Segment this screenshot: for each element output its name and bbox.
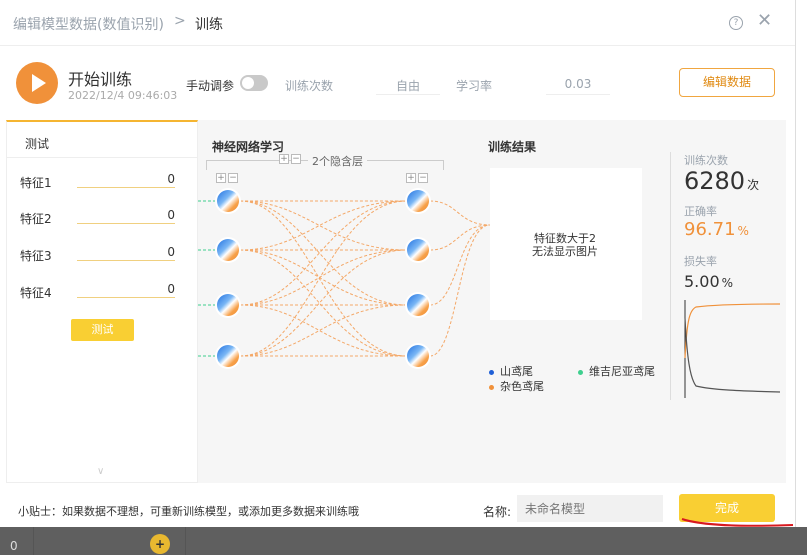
accuracy-unit: % — [737, 224, 749, 238]
breadcrumb-parent[interactable]: 编辑模型数据(数值识别) — [13, 14, 164, 34]
legend-dot-icon — [489, 369, 494, 375]
accuracy-value: 96.71% — [684, 219, 749, 240]
legend-dot-icon — [578, 369, 583, 375]
feature-label: 特征4 — [20, 286, 52, 300]
edit-data-button[interactable]: 编辑数据 — [679, 68, 775, 97]
feature-input[interactable]: 0 — [77, 245, 175, 261]
loss-number: 5.00 — [684, 272, 720, 291]
network-node[interactable] — [407, 345, 429, 367]
model-name-label: 名称: — [483, 505, 512, 519]
results-message: 特征数大于2 无法显示图片 — [490, 232, 640, 258]
results-message-line: 特征数大于2 — [534, 232, 596, 245]
close-icon[interactable]: ✕ — [757, 11, 772, 31]
legend-item: 杂色鸢尾 — [489, 378, 544, 394]
breadcrumb-current: 训练 — [195, 17, 223, 33]
test-button[interactable]: 测试 — [71, 319, 134, 341]
legend-label: 维吉尼亚鸢尾 — [589, 365, 655, 378]
help-icon[interactable]: ? — [729, 16, 743, 30]
count-label: 训练次数 — [684, 154, 728, 167]
dialog-header: 编辑模型数据(数值识别) > 训练 ? ✕ — [0, 0, 795, 46]
training-dialog: 编辑模型数据(数值识别) > 训练 ? ✕ 开始训练 2022/12/4 09:… — [0, 0, 795, 527]
network-node[interactable] — [407, 239, 429, 261]
learning-rate-label: 学习率 — [456, 79, 493, 93]
manual-tune-label: 手动调参 — [186, 79, 235, 93]
play-button[interactable] — [16, 62, 58, 104]
breadcrumb-separator-icon: > — [174, 13, 186, 29]
learning-rate-field[interactable]: 0.03 — [546, 77, 610, 95]
start-timestamp: 2022/12/4 09:46:03 — [68, 89, 178, 102]
accuracy-curve — [684, 303, 781, 359]
add-layer-button[interactable]: + — [279, 154, 289, 164]
network-node[interactable] — [217, 294, 239, 316]
loss-value: 5.00% — [684, 272, 733, 291]
feature-label: 特征1 — [20, 176, 52, 190]
background-divider — [33, 527, 34, 555]
network-node[interactable] — [217, 239, 239, 261]
training-curve-chart — [684, 300, 781, 398]
network-title: 神经网络学习 — [212, 140, 285, 154]
loss-curve — [684, 317, 781, 393]
stats-divider — [670, 152, 671, 400]
network-node[interactable] — [217, 345, 239, 367]
background-add-button[interactable]: + — [150, 534, 170, 554]
test-panel-title: 测试 — [25, 137, 50, 151]
feature-input[interactable]: 0 — [77, 282, 175, 298]
chevron-down-icon[interactable]: ∨ — [97, 466, 104, 477]
count-value: 6280 次 — [684, 167, 759, 195]
accuracy-number: 96.71 — [684, 219, 736, 240]
network-node[interactable] — [407, 190, 429, 212]
network-node[interactable] — [407, 294, 429, 316]
iterations-field[interactable]: 自由 — [376, 77, 440, 95]
feature-input[interactable]: 0 — [77, 172, 175, 188]
network-node[interactable] — [217, 190, 239, 212]
tip-text: 小贴士：如果数据不理想，可重新训练模型，或添加更多数据来训练哦 — [18, 505, 359, 518]
background-value: 0 — [10, 539, 18, 553]
count-number: 6280 — [684, 167, 746, 195]
legend-item: 山鸢尾 — [489, 363, 533, 379]
model-name-input[interactable] — [517, 495, 663, 522]
results-message-line: 无法显示图片 — [532, 245, 598, 258]
iterations-label: 训练次数 — [285, 79, 334, 93]
background-divider — [185, 527, 186, 555]
legend-dot-icon — [489, 384, 494, 390]
window-edge — [795, 0, 807, 527]
start-training-title: 开始训练 — [68, 70, 133, 89]
test-panel: 测试 特征1 0 特征2 0 特征3 0 特征4 0 测试 ∨ — [6, 120, 198, 483]
accuracy-label: 正确率 — [684, 205, 717, 218]
manual-tune-toggle[interactable] — [240, 75, 268, 91]
loss-unit: % — [721, 276, 734, 290]
feature-input[interactable]: 0 — [77, 208, 175, 224]
network-connections — [198, 200, 491, 357]
results-title: 训练结果 — [488, 140, 537, 154]
feature-label: 特征2 — [20, 212, 52, 226]
divider — [7, 157, 197, 158]
hidden-layer-controls: + − — [279, 154, 303, 164]
background-strip — [0, 527, 807, 555]
legend-label: 杂色鸢尾 — [500, 380, 544, 393]
remove-layer-button[interactable]: − — [291, 154, 301, 164]
results-plot-area: 特征数大于2 无法显示图片 — [490, 168, 642, 320]
count-unit: 次 — [747, 178, 760, 192]
legend-item: 维吉尼亚鸢尾 — [578, 363, 655, 379]
annotation-underline — [681, 518, 794, 527]
legend-label: 山鸢尾 — [500, 365, 533, 378]
hidden-layers-label: 2个隐含层 — [308, 153, 367, 169]
loss-label: 损失率 — [684, 255, 717, 268]
feature-label: 特征3 — [20, 249, 52, 263]
